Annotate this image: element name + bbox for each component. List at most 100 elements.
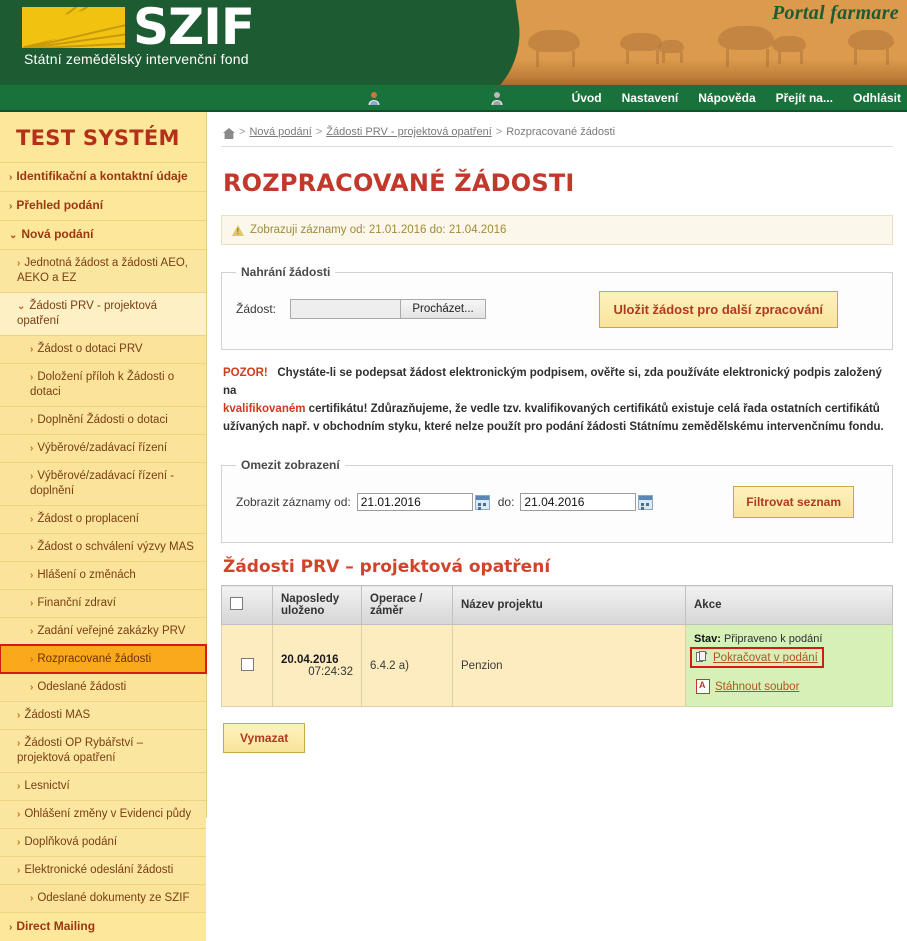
chevron-right-icon: › xyxy=(30,654,34,665)
nav-link-nastaveni[interactable]: Nastavení xyxy=(622,91,679,105)
download-action[interactable]: Stáhnout soubor xyxy=(692,677,803,696)
sidebar-item-jednotná-žádost-a-žádosti-aeo-aeko-a-ez[interactable]: › Jednotná žádost a žádosti AEO, AEKO a E… xyxy=(0,249,206,292)
file-input-value[interactable] xyxy=(291,300,402,318)
file-input[interactable]: Procházet... xyxy=(290,299,487,319)
calendar-icon-from[interactable] xyxy=(474,494,490,510)
row-project-name: Penzion xyxy=(452,624,686,707)
breadcrumb: > Nová podání > Žádosti PRV - projektová… xyxy=(221,122,893,147)
header-project-name: Název projektu xyxy=(452,585,686,625)
sidebar-item-finanční-zdraví[interactable]: › Finanční zdraví xyxy=(0,589,206,617)
notice-line-2: certifikátu! Zdůrazňujeme, že vedle tzv.… xyxy=(308,403,880,415)
filter-legend: Omezit zobrazení xyxy=(241,458,340,472)
sidebar-item-elektronické-odeslání-žádosti[interactable]: › Elektronické odeslání žádosti xyxy=(0,856,206,884)
sidebar-item-nová-podání[interactable]: ⌄ Nová podání xyxy=(0,220,206,249)
select-all-checkbox[interactable] xyxy=(230,597,243,610)
chevron-right-icon: › xyxy=(30,443,34,454)
chevron-right-icon: › xyxy=(30,471,34,482)
sidebar-item-direct-mailing[interactable]: › Direct Mailing xyxy=(0,912,206,941)
filter-list-button[interactable]: Filtrovat seznam xyxy=(733,486,854,518)
sidebar-item-label: Ohlášení změny v Evidenci půdy xyxy=(24,808,192,820)
chevron-right-icon: › xyxy=(30,598,34,609)
sidebar-item-label: Rozpracované žádosti xyxy=(37,653,152,665)
sidebar-item-doložení-příloh-k-žádosti-o-dotaci[interactable]: › Doložení příloh k Žádosti o dotaci xyxy=(0,363,206,406)
sidebar-item-přehled-podání[interactable]: › Přehled podání xyxy=(0,191,206,220)
sidebar-item-žádosti-mas[interactable]: › Žádosti MAS xyxy=(0,701,206,729)
sidebar-item-label: Lesnictví xyxy=(24,780,70,792)
portal-farmare-label: Portal farmare xyxy=(772,2,899,24)
browse-button[interactable]: Procházet... xyxy=(401,300,486,318)
calendar-icon-to[interactable] xyxy=(638,494,654,510)
breadcrumb-separator-3: > xyxy=(495,126,503,138)
date-from-input[interactable] xyxy=(356,493,473,511)
logo-wordmark: SZIF xyxy=(133,0,255,56)
sidebar-item-label: Žádosti MAS xyxy=(24,709,91,721)
sidebar-navigation: TEST SYSTÉM › Identifikační a kontaktní ú… xyxy=(0,112,207,941)
filter-to-label: do: xyxy=(497,495,515,509)
sidebar-item-doplňková-podání[interactable]: › Doplňková podání xyxy=(0,828,206,856)
header-curve-decoration xyxy=(390,0,530,85)
download-link[interactable]: Stáhnout soubor xyxy=(715,681,799,693)
breadcrumb-item-nova-podani[interactable]: Nová podání xyxy=(249,126,311,138)
sidebar-item-label: Doplňková podání xyxy=(24,836,118,848)
sidebar-item-odeslané-dokumenty-ze-szif[interactable]: › Odeslané dokumenty ze SZIF xyxy=(0,884,206,912)
sidebar-item-výběrovézadávací-řízení[interactable]: › Výběrové/zadávací řízení xyxy=(0,434,206,462)
breadcrumb-item-current: Rozpracované žádosti xyxy=(506,126,616,138)
sidebar-item-žádosti-prv-projektová-opatření[interactable]: ⌄ Žádosti PRV - projektová opatření xyxy=(0,292,206,335)
szif-sun-logo-icon xyxy=(22,7,125,48)
nav-link-uvod[interactable]: Úvod xyxy=(572,91,602,105)
sidebar-item-label: Nová podání xyxy=(21,227,94,241)
sidebar-item-žádost-o-dotaci-prv[interactable]: › Žádost o dotaci PRV xyxy=(0,335,206,363)
chevron-right-icon: › xyxy=(30,344,34,355)
row-actions-cell: Stav: Připraveno k podání Pokračovat v p… xyxy=(685,624,893,707)
chevron-right-icon: › xyxy=(17,781,21,792)
row-select-cell xyxy=(221,624,273,707)
sidebar-item-lesnictví[interactable]: › Lesnictví xyxy=(0,772,206,800)
sidebar-item-identifikační-a-kontaktní-údaje[interactable]: › Identifikační a kontaktní údaje xyxy=(0,162,206,191)
sidebar-item-výběrovézadávací-řízení-doplnění[interactable]: › Výběrové/zadávací řízení - doplnění xyxy=(0,462,206,505)
sidebar-item-žádosti-op-rybářství-projektová-opatření[interactable]: › Žádosti OP Rybářství – projektová opatř… xyxy=(0,729,206,772)
sidebar-title: TEST SYSTÉM xyxy=(16,126,180,150)
sidebar-item-odeslané-žádosti[interactable]: › Odeslané žádosti xyxy=(0,673,206,701)
sidebar-item-žádost-o-schválení-výzvy-mas[interactable]: › Žádost o schválení výzvy MAS xyxy=(0,533,206,561)
row-time: 07:24:32 xyxy=(308,665,353,678)
sidebar-item-label: Žádosti PRV - projektová opatření xyxy=(17,300,158,327)
sidebar-item-rozpracované-žádosti[interactable]: › Rozpracované žádosti xyxy=(0,644,207,674)
page-layout: TEST SYSTÉM › Identifikační a kontaktní ú… xyxy=(0,112,907,941)
chevron-right-icon: › xyxy=(30,372,34,383)
applications-table: Naposledy uloženo Operace / záměr Název … xyxy=(221,585,893,707)
sidebar-item-label: Hlášení o změnách xyxy=(37,569,136,581)
upload-fieldset: Nahrání žádosti Žádost: Procházet... Ulo… xyxy=(221,265,893,350)
upload-legend: Nahrání žádosti xyxy=(241,265,331,279)
continue-link[interactable]: Pokračovat v podání xyxy=(713,652,818,664)
continue-action[interactable]: Pokračovat v podání xyxy=(690,647,824,668)
sidebar-item-label: Zadání veřejné zakázky PRV xyxy=(37,625,186,637)
save-application-button[interactable]: Uložit žádost pro další zpracování xyxy=(598,290,838,328)
nav-link-napoveda[interactable]: Nápověda xyxy=(698,91,755,105)
sidebar-item-hlášení-o-změnách[interactable]: › Hlášení o změnách xyxy=(0,561,206,589)
sidebar-item-žádost-o-proplacení[interactable]: › Žádost o proplacení xyxy=(0,505,206,533)
notice-line-1: Chystáte-li se podepsat žádost elektroni… xyxy=(223,367,882,397)
breadcrumb-item-zadosti-prv[interactable]: Žádosti PRV - projektová opatření xyxy=(326,126,492,138)
user-account-icon[interactable] xyxy=(489,90,505,106)
header-last-saved: Naposledy uloženo xyxy=(272,585,362,625)
nav-link-odhlasit[interactable]: Odhlásit xyxy=(853,91,901,105)
sidebar-item-label: Direct Mailing xyxy=(16,919,96,933)
sidebar-item-doplnění-žádosti-o-dotaci[interactable]: › Doplnění Žádosti o dotaci xyxy=(0,406,206,434)
row-checkbox[interactable] xyxy=(240,657,254,671)
delete-button[interactable]: Vymazat xyxy=(223,723,306,753)
sidebar-item-label: Přehled podání xyxy=(16,198,104,212)
sidebar-item-label: Odeslané žádosti xyxy=(37,681,127,693)
home-icon[interactable] xyxy=(223,127,235,139)
sidebar-item-ohlášení-změny-v-evidenci-půdy[interactable]: › Ohlášení změny v Evidenci půdy xyxy=(0,800,206,828)
nav-link-prejit-na[interactable]: Přejít na... xyxy=(776,91,833,105)
sidebar-item-label: Doplnění Žádosti o dotaci xyxy=(37,414,168,426)
chevron-right-icon: › xyxy=(30,570,34,581)
user-profile-icon[interactable] xyxy=(366,90,382,106)
sidebar-item-zadání-veřejné-zakázky-prv[interactable]: › Zadání veřejné zakázky PRV xyxy=(0,617,206,645)
chevron-right-icon: › xyxy=(17,837,21,848)
chevron-down-icon: ⌄ xyxy=(17,301,26,312)
chevron-right-icon: › xyxy=(30,893,34,904)
filter-fieldset: Omezit zobrazení Zobrazit záznamy od: do… xyxy=(221,458,893,543)
date-to-input[interactable] xyxy=(520,493,637,511)
chevron-right-icon: › xyxy=(17,809,21,820)
